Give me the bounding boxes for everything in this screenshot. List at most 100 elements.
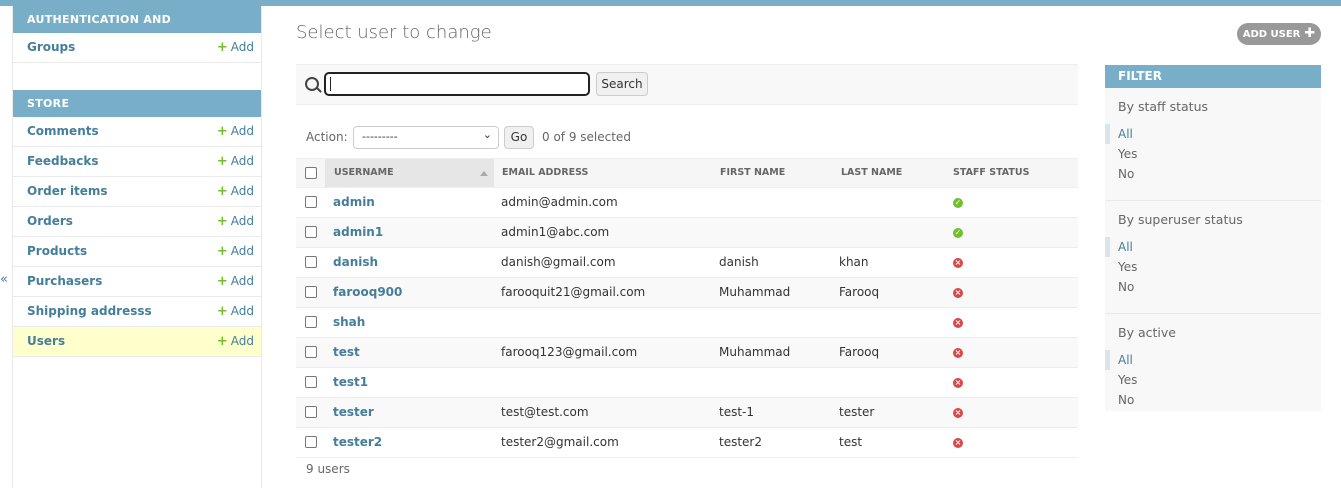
first-name-cell: tester2 xyxy=(719,435,762,449)
search-button[interactable]: Search xyxy=(596,72,648,96)
email-cell: danish@gmail.com xyxy=(501,255,616,269)
email-cell: farooq123@gmail.com xyxy=(501,345,638,359)
model-link-groups[interactable]: Groups xyxy=(27,33,75,62)
row-checkbox[interactable] xyxy=(305,286,317,298)
model-link-orders[interactable]: Orders xyxy=(27,207,73,236)
row-checkbox[interactable] xyxy=(305,196,317,208)
filter-option-all[interactable]: All xyxy=(1105,237,1321,257)
check-icon: ✓ xyxy=(953,198,963,208)
first-name-cell: Muhammad xyxy=(719,285,791,299)
row-checkbox[interactable] xyxy=(305,316,317,328)
model-link-comments[interactable]: Comments xyxy=(27,117,99,146)
select-all-checkbox[interactable] xyxy=(305,167,317,179)
filter-option-all[interactable]: All xyxy=(1105,350,1321,370)
text-caret xyxy=(330,77,331,91)
filter-option-yes[interactable]: Yes xyxy=(1105,370,1321,390)
table-row: admin admin@admin.com ✓ xyxy=(296,188,1078,218)
filter-option-all[interactable]: All xyxy=(1105,124,1321,144)
action-label: Action: xyxy=(306,130,348,144)
add-icon: + xyxy=(216,40,228,55)
add-icon: + xyxy=(216,214,228,229)
add-icon: + xyxy=(216,334,228,349)
column-header-first-name[interactable]: FIRST NAME xyxy=(720,159,785,187)
username-link[interactable]: danish xyxy=(333,248,378,276)
add-feedbacks-link[interactable]: + Add xyxy=(217,147,254,176)
email-cell: admin1@abc.com xyxy=(501,225,610,239)
sidebar-item-comments: Comments + Add xyxy=(13,117,261,147)
filter-option-no[interactable]: No xyxy=(1105,390,1321,410)
first-name-cell: Muhammad xyxy=(719,345,791,359)
filter-groups: By staff status All Yes No By superuser stat… xyxy=(1105,88,1321,418)
actions-bar: Action: --------- ⌄ Go 0 of 9 selected xyxy=(296,122,1078,152)
add-user-label: ADD USER xyxy=(1242,29,1301,40)
model-link-feedbacks[interactable]: Feedbacks xyxy=(27,147,99,176)
email-cell: test@test.com xyxy=(501,405,589,419)
first-name-cell: danish xyxy=(719,255,759,269)
last-name-cell: tester xyxy=(839,405,875,419)
row-checkbox[interactable] xyxy=(305,256,317,268)
plus-icon: ✚ xyxy=(1304,26,1316,41)
add-label: Add xyxy=(230,154,254,168)
column-header-last-name[interactable]: LAST NAME xyxy=(841,159,902,187)
sidebar-item-order-items: Order items + Add xyxy=(13,177,261,207)
username-link[interactable]: admin xyxy=(333,188,375,216)
app-caption-auth[interactable]: AUTHENTICATION AND AUTHORIZATION xyxy=(13,6,261,53)
last-name-cell: khan xyxy=(839,255,869,269)
username-link[interactable]: admin1 xyxy=(333,218,383,246)
username-link[interactable]: test xyxy=(333,338,360,366)
username-link[interactable]: tester2 xyxy=(333,428,382,456)
filter-group-title: By active xyxy=(1118,325,1176,340)
column-header-email[interactable]: EMAIL ADDRESS xyxy=(502,159,588,187)
model-link-users[interactable]: Users xyxy=(27,327,65,356)
filter-option-no[interactable]: No xyxy=(1105,277,1321,297)
model-link-shipping-addresss[interactable]: Shipping addresss xyxy=(27,297,152,326)
add-label: Add xyxy=(230,244,254,258)
filter-panel: FILTER By staff status All Yes No By superus… xyxy=(1105,65,1321,411)
row-checkbox[interactable] xyxy=(305,346,317,358)
filter-option-yes[interactable]: Yes xyxy=(1105,144,1321,164)
search-input[interactable] xyxy=(325,73,589,95)
add-products-link[interactable]: + Add xyxy=(217,237,254,266)
add-shipping-addresss-link[interactable]: + Add xyxy=(217,297,254,326)
page-title: Select user to change xyxy=(296,22,492,43)
filter-group: By active All Yes No xyxy=(1105,314,1321,418)
filter-group-title: By staff status xyxy=(1118,99,1209,114)
add-users-link[interactable]: + Add xyxy=(217,327,254,356)
add-order-items-link[interactable]: + Add xyxy=(217,177,254,206)
username-link[interactable]: shah xyxy=(333,308,365,336)
row-checkbox[interactable] xyxy=(305,376,317,388)
table-body: admin admin@admin.com ✓ admin1 admin1@abc.co… xyxy=(296,188,1078,458)
sort-ascending-icon[interactable] xyxy=(480,171,488,176)
table-row: test farooq123@gmail.com Muhammad Farooq × xyxy=(296,338,1078,368)
row-checkbox[interactable] xyxy=(305,436,317,448)
column-header-username[interactable]: USERNAME xyxy=(325,159,494,187)
table-header: USERNAME EMAIL ADDRESS FIRST NAME LAST N… xyxy=(296,158,1078,188)
table-row: shah × xyxy=(296,308,1078,338)
last-name-cell: Farooq xyxy=(839,345,880,359)
add-groups-link[interactable]: + Add xyxy=(217,33,254,62)
model-link-order-items[interactable]: Order items xyxy=(27,177,108,206)
chevron-down-icon: ⌄ xyxy=(482,128,492,141)
sidebar-item-shipping-addresss: Shipping addresss + Add xyxy=(13,297,261,327)
row-checkbox[interactable] xyxy=(305,406,317,418)
filter-option-yes[interactable]: Yes xyxy=(1105,257,1321,277)
username-link[interactable]: farooq900 xyxy=(333,278,402,306)
username-link[interactable]: test1 xyxy=(333,368,368,396)
action-select[interactable]: --------- ⌄ xyxy=(353,126,499,149)
email-cell: admin@admin.com xyxy=(501,195,618,209)
row-checkbox[interactable] xyxy=(305,226,317,238)
add-purchasers-link[interactable]: + Add xyxy=(217,267,254,296)
add-user-button[interactable]: ADD USER ✚ xyxy=(1237,23,1321,45)
add-label: Add xyxy=(230,214,254,228)
sidebar-toggle-icon[interactable]: « xyxy=(0,272,8,287)
filter-option-no[interactable]: No xyxy=(1105,164,1321,184)
username-link[interactable]: tester xyxy=(333,398,374,426)
app-caption-store[interactable]: STORE xyxy=(13,90,261,117)
model-link-products[interactable]: Products xyxy=(27,237,87,266)
go-button[interactable]: Go xyxy=(504,126,534,149)
column-header-staff-status[interactable]: STAFF STATUS xyxy=(953,159,1029,187)
add-orders-link[interactable]: + Add xyxy=(217,207,254,236)
add-comments-link[interactable]: + Add xyxy=(217,117,254,146)
search-toolbar: Search xyxy=(296,64,1078,105)
model-link-purchasers[interactable]: Purchasers xyxy=(27,267,102,296)
